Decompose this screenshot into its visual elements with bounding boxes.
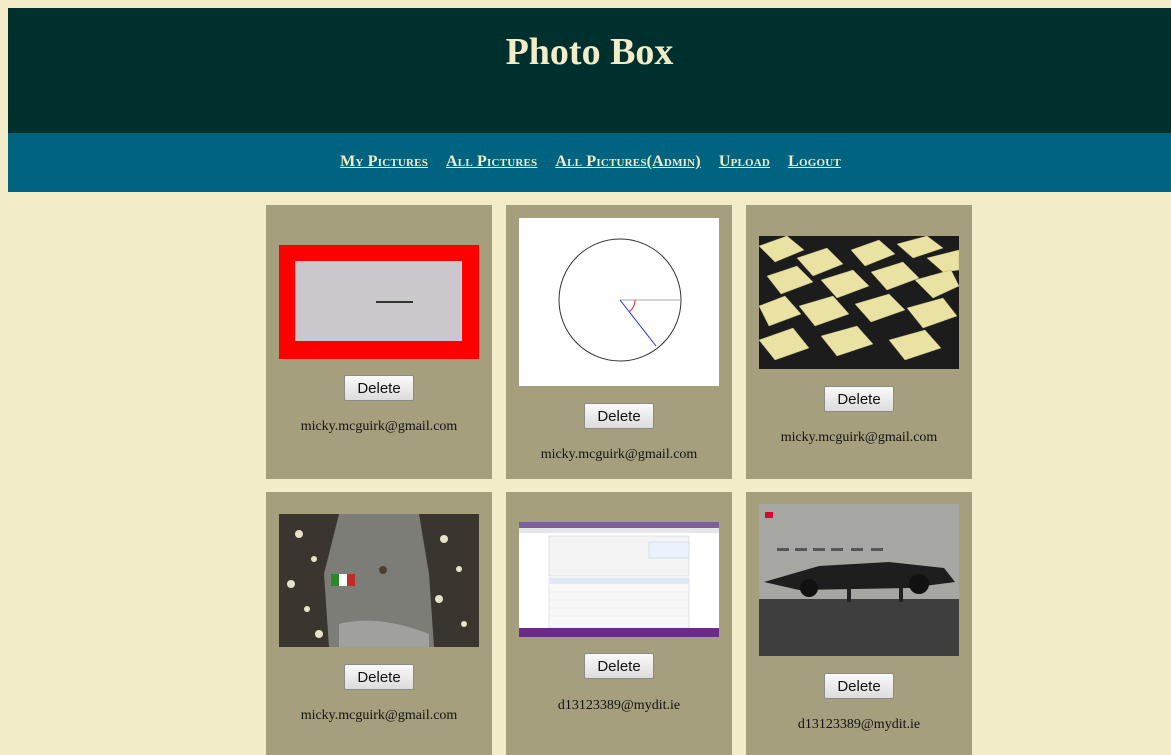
owner-email: micky.mcguirk@gmail.com <box>300 708 458 723</box>
owner-email: d13123389@mydit.ie <box>557 698 681 713</box>
nav-upload[interactable]: Upload <box>719 153 770 170</box>
delete-button[interactable]: Delete <box>584 403 654 429</box>
nav-my-pictures[interactable]: My Pictures <box>340 153 428 170</box>
photo-card: Delete micky.mcguirk@gmail.com <box>746 205 972 479</box>
photo-card: Delete micky.mcguirk@gmail.com <box>266 492 492 755</box>
photo-thumbnail[interactable] <box>279 514 479 647</box>
delete-button[interactable]: Delete <box>824 386 894 412</box>
owner-email: d13123389@mydit.ie <box>797 717 921 732</box>
photo-card: Delete micky.mcguirk@gmail.com <box>266 205 492 479</box>
photo-card: Delete d13123389@mydit.ie <box>746 492 972 755</box>
photo-thumbnail[interactable] <box>759 504 959 656</box>
delete-button[interactable]: Delete <box>824 673 894 699</box>
owner-email: micky.mcguirk@gmail.com <box>780 430 938 445</box>
nav-logout[interactable]: Logout <box>788 153 841 170</box>
photo-thumbnail[interactable] <box>758 235 960 369</box>
photo-card: Delete micky.mcguirk@gmail.com <box>506 205 732 479</box>
main-nav: My Pictures All Pictures All Pictures(Ad… <box>8 133 1171 192</box>
owner-email: micky.mcguirk@gmail.com <box>300 419 458 434</box>
photo-thumbnail[interactable] <box>279 245 479 359</box>
top-margin <box>0 0 1171 8</box>
owner-email: micky.mcguirk@gmail.com <box>540 447 698 462</box>
photo-thumbnail[interactable] <box>519 522 719 637</box>
delete-button[interactable]: Delete <box>344 664 414 690</box>
delete-button[interactable]: Delete <box>584 653 654 679</box>
nav-all-pictures[interactable]: All Pictures <box>446 153 537 170</box>
delete-button[interactable]: Delete <box>344 375 414 401</box>
page-title: Photo Box <box>505 31 674 73</box>
photo-card: Delete d13123389@mydit.ie <box>506 492 732 755</box>
nav-all-pictures-admin[interactable]: All Pictures(Admin) <box>555 153 700 170</box>
photo-thumbnail[interactable] <box>519 218 719 386</box>
page-header: Photo Box <box>8 8 1171 133</box>
